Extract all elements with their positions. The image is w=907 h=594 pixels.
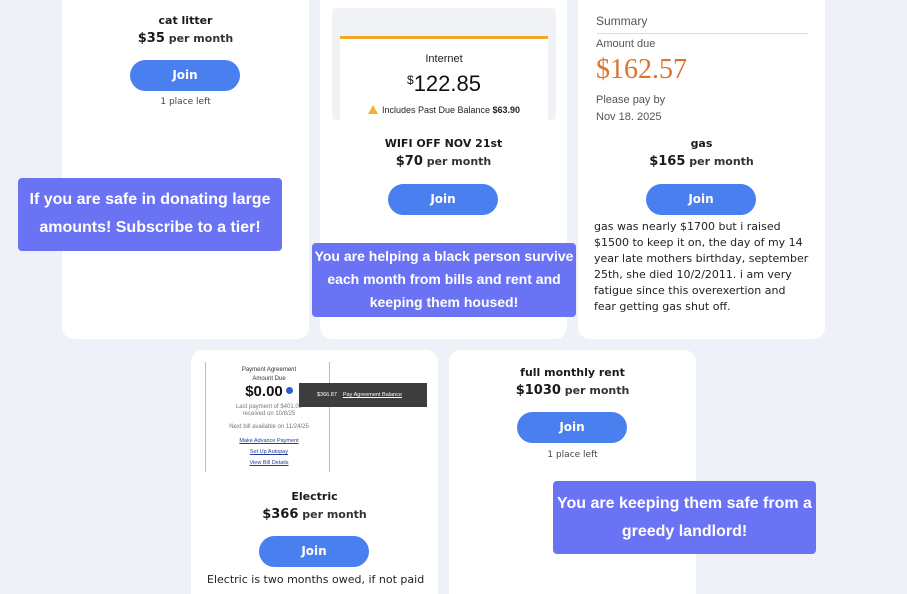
internet-bill-image: Internet $122.85 Includes Past Due Balan… [332,8,556,120]
tier-card-cat-litter: cat litter $35 per month Join 1 place le… [62,0,309,339]
tier-period: per month [426,155,492,168]
join-button[interactable]: Join [517,412,627,443]
donate-banner: If you are safe in donating large amount… [18,178,282,251]
tier-amount: $35 [137,31,165,46]
places-left-note: 1 place left [160,97,211,107]
tier-card-rent: full monthly rent $1030 per month Join 1… [449,350,696,594]
tooltip-amount: $366.87 [317,392,337,398]
payment-agreement-heading: Payment Agreement [241,367,297,373]
past-due-label: Includes Past Due Balance [381,105,491,115]
tier-amount: $366 [262,507,299,522]
join-button[interactable]: Join [130,60,240,91]
tier-card-gas: Summary Amount due $162.57 Please pay by… [578,0,825,339]
past-due-note: Includes Past Due Balance $63.90 [340,105,548,115]
tier-description: Electric is two months owed, if not paid [207,573,425,586]
tier-period: per month [564,384,630,397]
tier-description: gas was nearly $1700 but i raised $1500 … [594,220,809,313]
tier-title: gas [690,137,713,150]
currency-symbol: $ [407,73,414,87]
summary-divider [596,33,808,34]
tier-title: cat litter [158,14,213,27]
tier-title: WIFI OFF NOV 21st [384,137,503,150]
amount-due-label: Amount due [596,38,656,50]
make-advance-payment-link: Make Advance Payment [239,438,299,444]
tier-period: per month [689,155,754,168]
image-border [329,362,330,472]
due-date: Nov 18, 2025 [596,111,662,120]
internet-amount: $122.85 [340,71,548,97]
tier-price: $70 per month [320,154,567,169]
gas-summary-image: Summary Amount due $162.57 Please pay by… [592,8,812,120]
join-button[interactable]: Join [388,184,498,215]
warning-icon [367,105,378,114]
landlord-banner: You are keeping them safe from a greedy … [553,481,816,554]
tier-price: $1030 per month [449,383,696,398]
view-bill-details-link: View Bill Details [249,460,289,466]
agreement-balance-tooltip: $366.87 Pay Agreement Balance [299,383,427,407]
tier-period: per month [302,508,367,521]
amount-due-label: Amount Due [252,376,286,382]
join-button[interactable]: Join [646,184,756,215]
tier-amount: $70 [395,154,423,169]
tier-price: $165 per month [578,154,825,169]
electric-bill-image: Payment Agreement Amount Due $0.00 Last … [203,358,429,472]
tier-card-electric: Payment Agreement Amount Due $0.00 Last … [191,350,438,594]
please-pay-label: Please pay by [596,94,666,106]
internet-amount-value: 122.85 [413,71,481,96]
amount-due-value: $162.57 [596,54,687,85]
internet-label: Internet [425,53,463,65]
tier-amount: $165 [649,154,686,169]
info-icon [285,387,293,394]
summary-heading: Summary [596,14,648,28]
tier-title: full monthly rent [520,366,625,379]
helping-banner: You are helping a black person survive e… [312,243,576,317]
tooltip-link: Pay Agreement Balance [342,392,402,398]
past-due-amount: $63.90 [492,105,521,115]
tier-price: $366 per month [191,507,438,522]
tier-period: per month [168,32,234,45]
tier-price: $35 per month [62,31,309,46]
places-left-note: 1 place left [547,450,598,460]
received-note: received on 10/8/25 [242,411,296,417]
tier-title: Electric [291,490,338,503]
set-up-autopay-link: Set Up Autopay [249,449,289,455]
internet-bill-panel: Internet $122.85 Includes Past Due Balan… [340,36,548,120]
tier-amount: $1030 [515,383,561,398]
next-bill-note: Next bill available on 11/24/25 [229,424,309,430]
image-border [205,362,206,472]
join-button[interactable]: Join [259,536,369,567]
amount-due-number: $0.00 [245,383,283,400]
